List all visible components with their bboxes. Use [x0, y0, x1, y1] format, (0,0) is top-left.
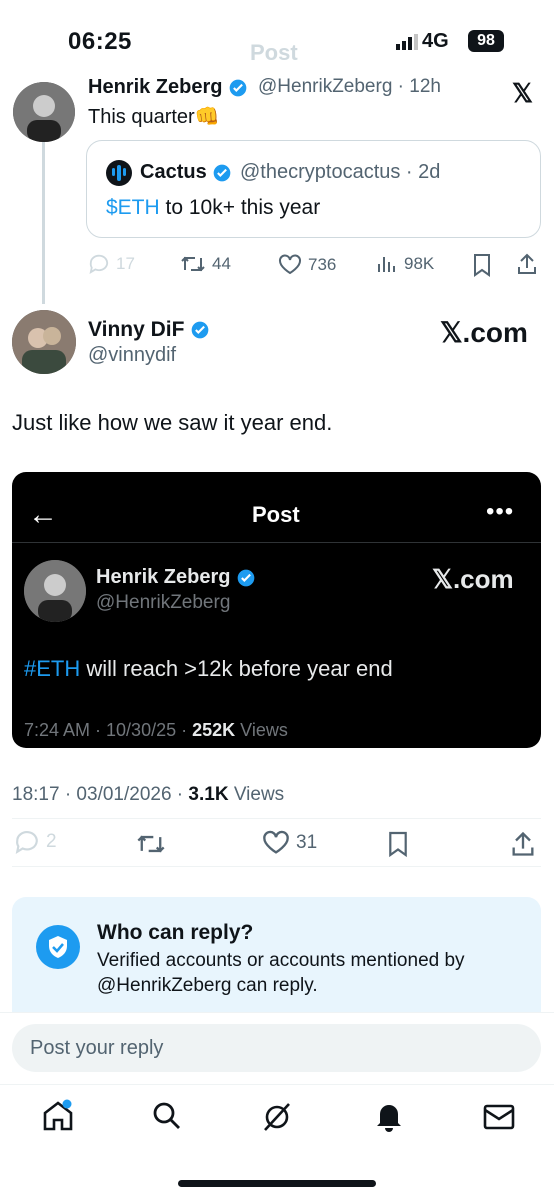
embed-source-label: 𝕏.com — [432, 564, 514, 594]
divider — [12, 866, 541, 867]
views-icon — [378, 257, 395, 272]
quote-author-handle: @thecryptocactus · 2d — [240, 161, 441, 183]
repost-icon[interactable] — [136, 832, 166, 856]
author-name[interactable]: Henrik Zeberg — [88, 76, 248, 99]
reply-icon — [15, 830, 38, 854]
back-arrow-icon: ← — [28, 498, 58, 531]
embed-author-name: Henrik Zeberg — [96, 566, 256, 589]
thread-line — [42, 142, 45, 304]
who-can-reply-title: Who can reply? — [97, 921, 254, 944]
post-timestamp: 18:17 · 03/01/2026 · 3.1K Views — [12, 784, 285, 805]
header-title: Post — [250, 40, 298, 65]
share-icon[interactable] — [515, 252, 539, 276]
embed-header-title: Post — [252, 502, 300, 527]
quote-text: $ETH to 10k+ this year — [106, 196, 321, 219]
share-icon[interactable] — [509, 830, 537, 858]
hashtag: #ETH — [24, 656, 81, 681]
quote-avatar — [106, 160, 132, 186]
cashtag-link[interactable]: $ETH — [106, 196, 160, 219]
home-icon[interactable] — [40, 1098, 76, 1134]
post-text: Just like how we saw it year end. — [12, 410, 333, 435]
signal-icon — [396, 34, 418, 50]
heart-icon — [263, 830, 289, 854]
avatar[interactable] — [13, 82, 75, 142]
views-button[interactable]: 98K — [376, 254, 434, 274]
like-button[interactable]: 736 — [278, 254, 336, 275]
author-handle: @vinnydif — [88, 344, 177, 366]
verified-icon — [213, 164, 231, 182]
verified-icon — [229, 79, 247, 97]
status-time: 06:25 — [68, 28, 132, 55]
embed-divider — [12, 542, 541, 543]
reply-input[interactable] — [12, 1024, 541, 1072]
avatar[interactable] — [12, 310, 76, 374]
search-icon[interactable] — [151, 1100, 183, 1132]
embed-avatar — [24, 560, 86, 622]
embed-post-text: #ETH will reach >12k before year end — [24, 656, 393, 681]
embed-timestamp: 7:24 AM · 10/30/25 · 252K Views — [24, 720, 288, 740]
bookmark-icon[interactable] — [472, 253, 492, 277]
source-label: 𝕏.com — [440, 317, 528, 348]
reply-button[interactable]: 17 — [88, 254, 135, 274]
grok-icon[interactable] — [260, 1100, 294, 1134]
quote-author-name: Cactus — [140, 161, 232, 184]
author-name[interactable]: Vinny DiF — [88, 318, 210, 342]
bookmark-icon[interactable] — [387, 830, 409, 858]
embed-author-handle: @HenrikZeberg — [96, 592, 231, 613]
like-button[interactable]: 31 — [262, 830, 317, 855]
reply-button[interactable]: 2 — [14, 830, 57, 854]
repost-button[interactable]: 44 — [180, 254, 231, 274]
author-handle: @HenrikZeberg · 12h — [258, 76, 441, 97]
network-label: 4G — [422, 30, 449, 52]
who-can-reply-body: Verified accounts or accounts mentioned … — [97, 950, 465, 996]
heart-icon — [279, 254, 301, 275]
repost-icon — [181, 256, 205, 272]
verified-icon — [237, 569, 255, 587]
more-icon: ••• — [486, 498, 515, 525]
verified-shield-icon — [36, 925, 80, 969]
home-indicator — [178, 1180, 376, 1187]
reply-icon — [89, 254, 109, 274]
x-logo-icon: 𝕏 — [512, 78, 533, 108]
messages-icon[interactable] — [482, 1102, 516, 1132]
divider — [12, 818, 541, 819]
post-text: This quarter👊 — [88, 106, 220, 128]
battery-indicator: 98 — [468, 30, 504, 52]
notifications-icon[interactable] — [372, 1099, 406, 1133]
verified-icon — [191, 322, 209, 339]
quoted-post[interactable] — [86, 140, 541, 238]
